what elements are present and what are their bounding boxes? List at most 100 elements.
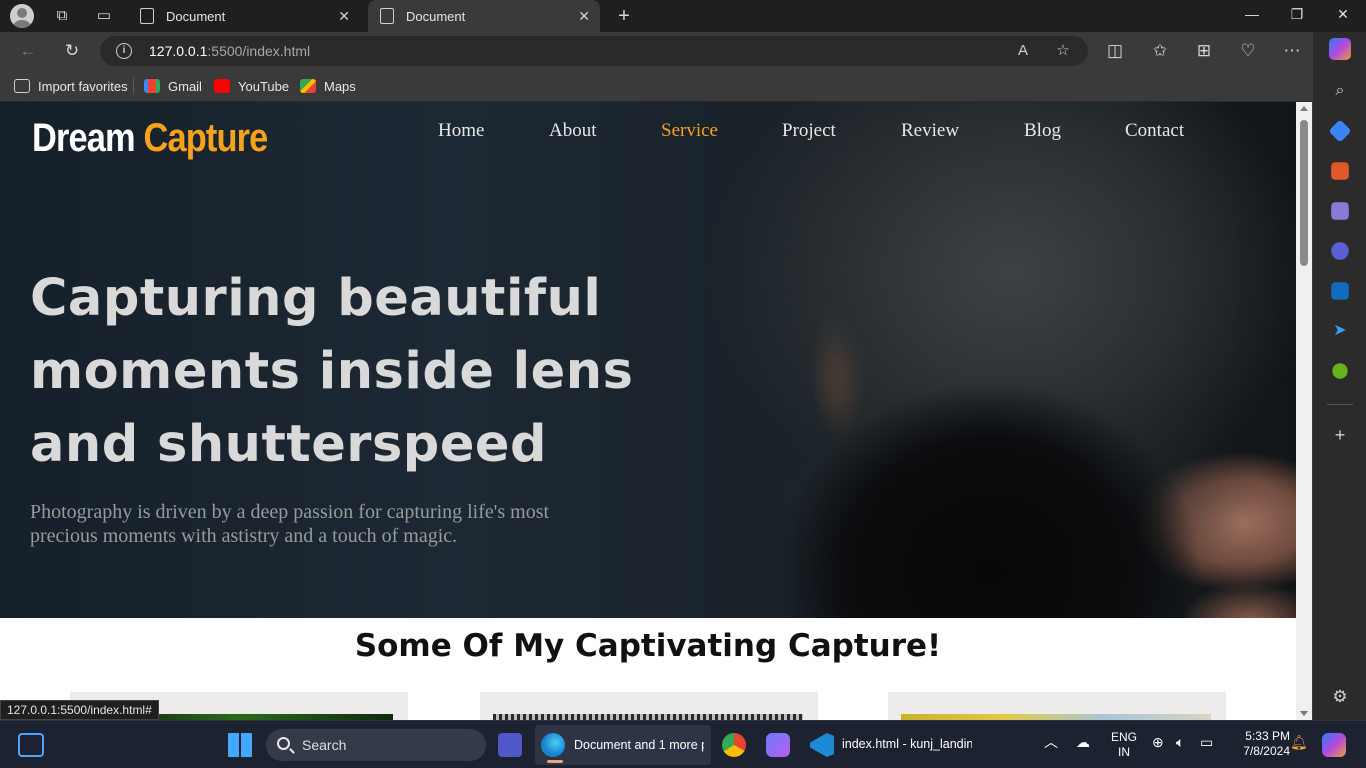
site-logo[interactable]: Dream Capture — [32, 116, 268, 161]
favorite-youtube[interactable]: YouTube — [214, 76, 289, 96]
tab-document-2[interactable]: Document ✕ — [368, 0, 600, 32]
favorites-icon[interactable]: ✩ — [1149, 40, 1171, 62]
edge-icon — [541, 733, 565, 757]
tab-title: Document — [406, 8, 466, 24]
page-icon — [140, 8, 154, 24]
drop-icon[interactable] — [1332, 363, 1348, 379]
copilot-app-icon[interactable] — [766, 733, 790, 757]
microsoft-365-icon[interactable] — [1331, 242, 1349, 260]
show-hidden-icons[interactable]: ︿ — [1044, 735, 1058, 750]
active-indicator — [547, 760, 563, 763]
favorite-gmail[interactable]: Gmail — [144, 76, 202, 96]
favorite-star-icon[interactable]: ☆ — [1053, 41, 1073, 61]
scroll-up-icon[interactable] — [1300, 106, 1308, 111]
favorites-divider — [133, 78, 134, 94]
hero-headline: Capturing beautiful moments inside lens … — [30, 269, 634, 474]
favorite-label: Gmail — [168, 78, 202, 94]
back-icon[interactable]: ← — [17, 40, 39, 62]
copilot-tray-icon[interactable] — [1322, 733, 1346, 757]
favorite-label: Import favorites — [38, 78, 128, 94]
address-bar[interactable]: i 127.0.0.1:5500/index.html A ☆ — [100, 36, 1088, 66]
favorite-label: Maps — [324, 78, 356, 94]
page-scrollbar[interactable] — [1296, 102, 1312, 720]
hero-subtext: Photography is driven by a deep passion … — [30, 501, 550, 547]
tools-icon[interactable] — [1331, 162, 1349, 180]
workspaces-icon[interactable]: ⧉ — [52, 6, 72, 26]
search-label: Search — [302, 737, 347, 753]
windows-taskbar: Search Document and 1 more p index.html … — [0, 720, 1366, 768]
read-aloud-icon[interactable]: A — [1013, 41, 1033, 61]
page-viewport: Dream Capture Home About Service Project… — [0, 102, 1296, 720]
close-tab-icon[interactable]: ✕ — [578, 8, 590, 25]
onedrive-icon[interactable]: ☁ — [1076, 735, 1090, 750]
add-icon[interactable]: + — [1329, 424, 1351, 446]
favorite-import[interactable]: Import favorites — [14, 76, 128, 96]
clock-date: 7/8/2024 — [1243, 744, 1290, 758]
address-url[interactable]: 127.0.0.1:5500/index.html — [149, 43, 310, 59]
nav-review[interactable]: Review — [901, 120, 959, 142]
nav-home[interactable]: Home — [438, 120, 484, 142]
browser-essentials-icon[interactable]: ♡ — [1237, 40, 1259, 62]
profile-avatar[interactable] — [10, 4, 34, 28]
hero-section: Dream Capture Home About Service Project… — [0, 102, 1296, 618]
edge-sidebar: ⌕ ➤ + ⚙ — [1312, 32, 1366, 720]
tab-document-1[interactable]: Document ✕ — [128, 0, 360, 32]
more-menu-icon[interactable]: ⋯ — [1281, 40, 1303, 62]
youtube-icon — [214, 79, 230, 93]
nav-project[interactable]: Project — [782, 120, 836, 142]
network-icon[interactable]: ⊕ — [1152, 735, 1164, 750]
split-screen-icon[interactable]: ◫ — [1104, 40, 1126, 62]
sidebar-divider — [1327, 404, 1353, 405]
nav-blog[interactable]: Blog — [1024, 120, 1061, 142]
favorites-bar: Import favorites Gmail YouTube Maps — [0, 70, 1312, 102]
import-icon — [14, 79, 30, 93]
new-tab-icon[interactable]: + — [614, 6, 634, 26]
teams-icon[interactable] — [498, 733, 522, 757]
nav-service[interactable]: Service — [661, 120, 718, 142]
restore-icon[interactable]: ❐ — [1287, 6, 1307, 23]
volume-icon[interactable]: 🔈︎ — [1176, 735, 1184, 750]
widgets-icon[interactable] — [18, 733, 44, 757]
notification-bell-icon[interactable]: 🔔︎ — [1290, 735, 1308, 750]
nav-about[interactable]: About — [549, 120, 597, 142]
settings-gear-icon[interactable]: ⚙ — [1329, 686, 1351, 708]
address-toolbar: ← ↻ i 127.0.0.1:5500/index.html A ☆ ◫ ✩ … — [0, 32, 1312, 70]
vscode-window-label[interactable]: index.html - kunj_landin — [842, 737, 972, 751]
gallery-card[interactable] — [480, 692, 818, 720]
edge-window-label: Document and 1 more p — [574, 738, 704, 752]
shopping-tag-icon[interactable] — [1328, 119, 1352, 143]
site-info-icon[interactable]: i — [116, 43, 132, 59]
nav-contact[interactable]: Contact — [1125, 120, 1184, 142]
browser-tab-strip: ⧉ ▭ Document ✕ Document ✕ + — ❐ ✕ — [0, 0, 1366, 32]
close-tab-icon[interactable]: ✕ — [338, 8, 350, 25]
taskbar-search[interactable]: Search — [266, 729, 486, 761]
battery-icon[interactable]: ▭ — [1200, 735, 1213, 750]
page-icon — [380, 8, 394, 24]
scroll-down-icon[interactable] — [1300, 711, 1308, 716]
scroll-thumb[interactable] — [1300, 120, 1308, 266]
vscode-icon[interactable] — [810, 733, 834, 757]
taskbar-edge-window[interactable]: Document and 1 more p — [535, 725, 711, 765]
refresh-icon[interactable]: ↻ — [61, 40, 83, 62]
send-icon[interactable]: ➤ — [1329, 320, 1351, 342]
search-icon[interactable]: ⌕ — [1329, 80, 1351, 102]
start-windows-icon[interactable] — [228, 733, 252, 757]
games-icon[interactable] — [1331, 202, 1349, 220]
status-bar-url: 127.0.0.1:5500/index.html# — [0, 700, 159, 720]
language-indicator[interactable]: ENG IN — [1110, 730, 1138, 760]
chrome-icon[interactable] — [722, 733, 746, 757]
favorite-maps[interactable]: Maps — [300, 76, 356, 96]
clock-time: 5:33 PM — [1245, 729, 1290, 743]
search-icon — [277, 737, 290, 750]
gallery-title: Some Of My Captivating Capture! — [354, 628, 942, 664]
outlook-icon[interactable] — [1331, 282, 1349, 300]
window-close-icon[interactable]: ✕ — [1333, 6, 1353, 23]
collections-icon[interactable]: ⊞ — [1193, 40, 1215, 62]
gallery-card[interactable] — [888, 692, 1226, 720]
tab-actions-icon[interactable]: ▭ — [94, 6, 114, 26]
tab-title: Document — [166, 8, 226, 24]
favorite-label: YouTube — [238, 78, 290, 94]
clock[interactable]: 5:33 PM 7/8/2024 — [1226, 729, 1290, 759]
copilot-icon[interactable] — [1329, 38, 1351, 60]
minimize-icon[interactable]: — — [1242, 6, 1262, 22]
